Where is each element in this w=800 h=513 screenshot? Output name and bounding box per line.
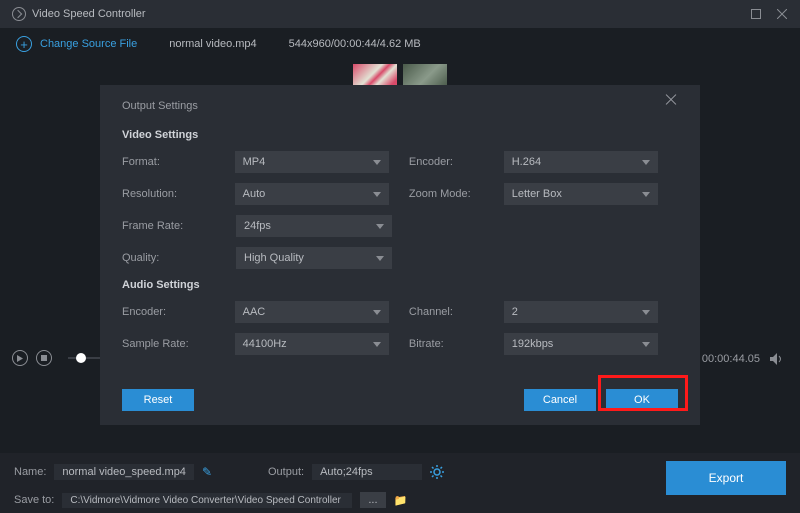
audio-encoder-select[interactable]: AAC xyxy=(235,301,389,323)
browse-button[interactable]: ... xyxy=(360,492,385,508)
folder-icon[interactable]: 📁 xyxy=(394,494,408,507)
video-encoder-select[interactable]: H.264 xyxy=(504,151,658,173)
chevron-down-icon xyxy=(373,342,381,347)
highlight-annotation xyxy=(598,375,688,411)
stop-button[interactable] xyxy=(36,350,52,366)
channel-label: Channel: xyxy=(409,306,504,318)
quality-label: Quality: xyxy=(122,252,236,264)
save-path-field[interactable]: C:\Vidmore\Vidmore Video Converter\Video… xyxy=(62,493,352,508)
chevron-down-icon xyxy=(642,342,650,347)
source-filename: normal video.mp4 xyxy=(169,38,256,50)
output-name-field[interactable]: normal video_speed.mp4 xyxy=(54,464,194,480)
framerate-select[interactable]: 24fps xyxy=(236,215,392,237)
video-settings-heading: Video Settings xyxy=(122,129,678,141)
sample-rate-label: Sample Rate: xyxy=(122,338,235,350)
cancel-button[interactable]: Cancel xyxy=(524,389,596,411)
export-button[interactable]: Export xyxy=(666,461,786,495)
chevron-down-icon xyxy=(642,310,650,315)
duration-text: 00:00:44.05 xyxy=(702,353,760,365)
zoom-label: Zoom Mode: xyxy=(409,188,504,200)
audio-encoder-label: Encoder: xyxy=(122,306,235,318)
volume-icon[interactable] xyxy=(770,353,784,365)
edit-icon[interactable]: ✎ xyxy=(202,465,212,479)
chevron-down-icon xyxy=(642,192,650,197)
resolution-label: Resolution: xyxy=(122,188,235,200)
output-format-field[interactable]: Auto;24fps xyxy=(312,464,422,480)
play-button[interactable] xyxy=(12,350,28,366)
app-title: Video Speed Controller xyxy=(32,8,146,20)
add-icon[interactable] xyxy=(16,36,32,52)
channel-select[interactable]: 2 xyxy=(504,301,658,323)
chevron-down-icon xyxy=(373,192,381,197)
bitrate-label: Bitrate: xyxy=(409,338,504,350)
framerate-label: Frame Rate: xyxy=(122,220,236,232)
chevron-down-icon xyxy=(373,310,381,315)
output-label: Output: xyxy=(268,466,304,478)
name-label: Name: xyxy=(14,466,46,478)
zoom-mode-select[interactable]: Letter Box xyxy=(504,183,658,205)
format-select[interactable]: MP4 xyxy=(235,151,389,173)
chevron-down-icon xyxy=(373,160,381,165)
bitrate-select[interactable]: 192kbps xyxy=(504,333,658,355)
chevron-down-icon xyxy=(376,256,384,261)
source-info: 544x960/00:00:44/4.62 MB xyxy=(289,38,421,50)
close-button[interactable] xyxy=(776,8,788,20)
gear-icon[interactable] xyxy=(430,465,444,479)
sample-rate-select[interactable]: 44100Hz xyxy=(235,333,389,355)
change-source-link[interactable]: Change Source File xyxy=(40,38,137,50)
reset-button[interactable]: Reset xyxy=(122,389,194,411)
maximize-button[interactable] xyxy=(750,8,762,20)
audio-settings-heading: Audio Settings xyxy=(122,279,678,291)
resolution-select[interactable]: Auto xyxy=(235,183,389,205)
dialog-title: Output Settings xyxy=(122,100,198,112)
format-label: Format: xyxy=(122,156,235,168)
quality-select[interactable]: High Quality xyxy=(236,247,392,269)
chevron-down-icon xyxy=(376,224,384,229)
app-icon xyxy=(12,7,26,21)
close-icon[interactable] xyxy=(664,99,678,113)
save-to-label: Save to: xyxy=(14,494,54,506)
output-settings-dialog: Output Settings Video Settings Format: M… xyxy=(100,85,700,425)
chevron-down-icon xyxy=(642,160,650,165)
encoder-label: Encoder: xyxy=(409,156,504,168)
